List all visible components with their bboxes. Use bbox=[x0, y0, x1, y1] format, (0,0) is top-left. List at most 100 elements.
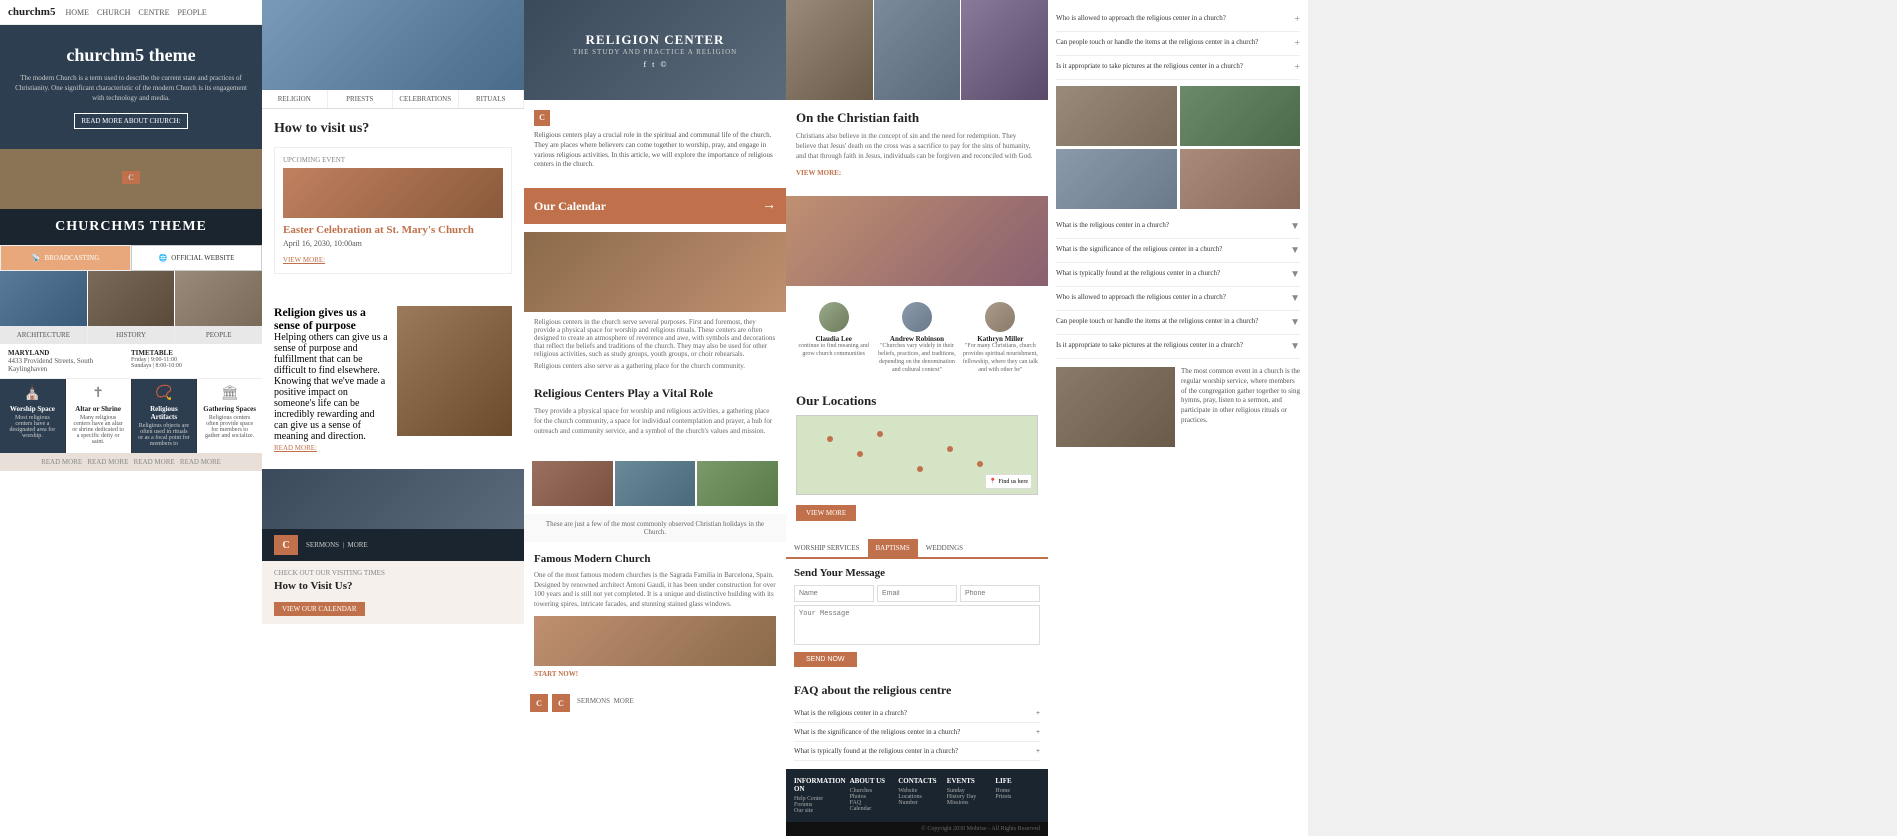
thumb-3 bbox=[697, 461, 778, 506]
review-text-1: continue to find meaning and grow church… bbox=[794, 343, 873, 359]
nav-church[interactable]: CHURCH bbox=[97, 8, 130, 17]
faq-group-top: Who is allowed to approach the religious… bbox=[1056, 8, 1300, 80]
chevron-2[interactable]: ▼ bbox=[1290, 245, 1300, 256]
avatar-2 bbox=[902, 302, 932, 332]
hero-title: religion center bbox=[586, 32, 725, 48]
faq-bq5: Can people touch or handle the items at … bbox=[1056, 317, 1286, 326]
map-dot-4 bbox=[917, 466, 923, 472]
view-more-btn[interactable]: VIEW MORE bbox=[796, 505, 856, 521]
faq-b3[interactable]: What is typically found at the religious… bbox=[1056, 263, 1300, 287]
service-worship: ⛪ Worship Space Most religious centers h… bbox=[0, 379, 65, 453]
faq-b4[interactable]: Who is allowed to approach the religious… bbox=[1056, 287, 1300, 311]
send-button[interactable]: SEND NOW bbox=[794, 652, 857, 667]
faq-question-3: What is typically found at the religious… bbox=[794, 747, 958, 755]
logo: churchm5 bbox=[8, 6, 55, 18]
vital-title: Religious Centers Play a Vital Role bbox=[534, 386, 776, 401]
faq-top-1[interactable]: Who is allowed to approach the religious… bbox=[1056, 8, 1300, 32]
start-now-link[interactable]: START NOW! bbox=[534, 670, 776, 678]
instagram-icon[interactable]: © bbox=[660, 60, 666, 69]
plus-icon-2[interactable]: + bbox=[1294, 38, 1300, 49]
location-section: MARYLAND 4433 Providend Streets, South K… bbox=[8, 349, 131, 373]
religion-desc: Helping others can give us a sense of pu… bbox=[274, 332, 389, 442]
twitter-icon[interactable]: t bbox=[652, 60, 654, 69]
expand-icon-1[interactable]: + bbox=[1036, 709, 1040, 717]
faq-b1[interactable]: What is the religious center in a church… bbox=[1056, 215, 1300, 239]
faq-b6[interactable]: Is it appropriate to take pictures at th… bbox=[1056, 335, 1300, 359]
social-links: f t © bbox=[644, 60, 667, 69]
vital-section: Religious Centers Play a Vital Role They… bbox=[524, 376, 786, 452]
people-link[interactable]: PEOPLE bbox=[175, 326, 262, 344]
website-btn[interactable]: 🌐 OFFICIAL WEBSITE bbox=[131, 245, 262, 271]
broadcasting-btn[interactable]: 📡 BROADCASTING bbox=[0, 245, 131, 271]
faq-title: FAQ about the religious centre bbox=[794, 683, 1040, 698]
chevron-5[interactable]: ▼ bbox=[1290, 317, 1300, 328]
faq-top-3[interactable]: Is it appropriate to take pictures at th… bbox=[1056, 56, 1300, 80]
expand-icon-3[interactable]: + bbox=[1036, 747, 1040, 755]
artifacts-icon: 📿 bbox=[138, 385, 191, 402]
map-dot-2 bbox=[857, 451, 863, 457]
faq-item-2[interactable]: What is the significance of the religiou… bbox=[794, 723, 1040, 742]
tab-worship[interactable]: WORSHIP SERVICES bbox=[786, 539, 868, 557]
view-more-link[interactable]: VIEW MORE: bbox=[796, 169, 841, 177]
locations-section: Our Locations 📍 Find us here VIEW MORE bbox=[786, 383, 1048, 531]
plus-icon-1[interactable]: + bbox=[1294, 14, 1300, 25]
event-label: UPCOMING EVENT bbox=[283, 156, 503, 164]
reviewer-name-2: Andrew Robinson bbox=[877, 335, 956, 343]
image-grid bbox=[0, 271, 262, 326]
service-desc-3: Religious objects are often used in ritu… bbox=[138, 423, 191, 447]
view-calendar-btn[interactable]: VIEW OUR CALENDAR bbox=[274, 602, 365, 616]
faq-item-3[interactable]: What is typically found at the religious… bbox=[794, 742, 1040, 761]
faq-item-1[interactable]: What is the religious center in a church… bbox=[794, 704, 1040, 723]
nav-home[interactable]: HOME bbox=[65, 8, 89, 17]
check-section: CHECK OUT OUR VISITING TIMES How to Visi… bbox=[262, 561, 524, 624]
send-message-title: Send Your Message bbox=[794, 567, 1040, 579]
email-input[interactable] bbox=[877, 585, 957, 602]
service-title-3: Religious Artifacts bbox=[138, 405, 191, 421]
nav-rituals[interactable]: RITUALS bbox=[459, 90, 525, 108]
nav-bar: RELIGION PRIESTS CELEBRATIONS RITUALS bbox=[262, 90, 524, 109]
message-input[interactable] bbox=[794, 605, 1040, 645]
architecture-link[interactable]: ARCHITECTURE bbox=[0, 326, 87, 344]
content-text: Religious centers in the church serve se… bbox=[524, 312, 786, 376]
faq-b5[interactable]: Can people touch or handle the items at … bbox=[1056, 311, 1300, 335]
hours: Friday | 9:00-11:00 Sundays | 8:00-10:00 bbox=[131, 357, 254, 369]
nav-religion[interactable]: RELIGION bbox=[262, 90, 328, 108]
church-image: C bbox=[0, 149, 262, 209]
read-more-link[interactable]: READ MORE ABOUT CHURCH: bbox=[74, 113, 187, 129]
faq-top-2[interactable]: Can people touch or handle the items at … bbox=[1056, 32, 1300, 56]
service-desc: Most religious centers have a designated… bbox=[6, 415, 59, 439]
facebook-icon[interactable]: f bbox=[644, 60, 647, 69]
history-link[interactable]: HISTORY bbox=[88, 326, 175, 344]
nav-people[interactable]: PEOPLE bbox=[177, 8, 206, 17]
dark-image bbox=[262, 469, 524, 529]
view-more-link[interactable]: VIEW MORE: bbox=[283, 256, 325, 264]
calendar-arrow[interactable]: → bbox=[762, 198, 776, 214]
nav-centre[interactable]: CENTRE bbox=[138, 8, 169, 17]
name-input[interactable] bbox=[794, 585, 874, 602]
review-2: Andrew Robinson "Churches vary widely in… bbox=[877, 302, 956, 374]
service-desc-4: Religious centers often provide space fo… bbox=[203, 415, 256, 439]
chevron-1[interactable]: ▼ bbox=[1290, 221, 1300, 232]
tab-weddings[interactable]: WEDDINGS bbox=[918, 539, 971, 557]
worship-text: The most common event in a church is the… bbox=[1181, 367, 1300, 447]
service-title-2: Altar or Shrine bbox=[72, 405, 125, 413]
expand-icon-2[interactable]: + bbox=[1036, 728, 1040, 736]
form-row bbox=[794, 585, 1040, 602]
nav-celebrations[interactable]: CELEBRATIONS bbox=[393, 90, 459, 108]
chevron-3[interactable]: ▼ bbox=[1290, 269, 1300, 280]
intro-content: C Religious centers play a crucial role … bbox=[524, 100, 786, 180]
map-dot-3 bbox=[877, 431, 883, 437]
read-more-link[interactable]: READ MORE: bbox=[274, 444, 317, 452]
chevron-4[interactable]: ▼ bbox=[1290, 293, 1300, 304]
footer-life: Life Home Priests bbox=[995, 777, 1040, 814]
calendar-section[interactable]: Our Calendar → bbox=[524, 188, 786, 224]
tab-baptisms[interactable]: BAPTISMS bbox=[868, 539, 918, 557]
phone-input[interactable] bbox=[960, 585, 1040, 602]
c-row: C C SERMONS MORE bbox=[524, 688, 786, 718]
modern-image bbox=[534, 616, 776, 666]
chevron-6[interactable]: ▼ bbox=[1290, 341, 1300, 352]
church-img-3 bbox=[175, 271, 262, 326]
nav-priests[interactable]: PRIESTS bbox=[328, 90, 394, 108]
faq-b2[interactable]: What is the significance of the religiou… bbox=[1056, 239, 1300, 263]
plus-icon-3[interactable]: + bbox=[1294, 62, 1300, 73]
